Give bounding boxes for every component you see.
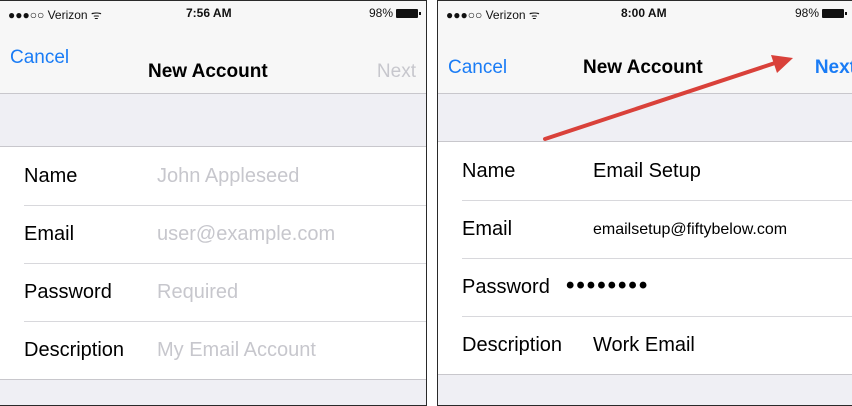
page-title: New Account <box>148 61 268 82</box>
clock: 7:56 AM <box>186 6 232 20</box>
phone-screen-before: ●●●○○ Verizon ᯤ 7:56 AM 98% Cancel New A… <box>0 0 427 406</box>
account-form: Name John Appleseed Email user@example.c… <box>0 146 426 380</box>
name-field[interactable]: John Appleseed <box>157 165 299 188</box>
email-field[interactable]: user@example.com <box>157 223 335 246</box>
name-row[interactable]: Name Email Setup <box>438 142 852 200</box>
carrier-signal: ●●●○○ Verizon ᯤ <box>446 8 540 22</box>
email-label: Email <box>462 218 513 240</box>
description-label: Description <box>462 334 563 356</box>
next-button[interactable]: Next <box>815 57 852 79</box>
email-label: Email <box>24 223 75 245</box>
description-row[interactable]: Description My Email Account <box>0 321 426 379</box>
name-row[interactable]: Name John Appleseed <box>0 147 426 205</box>
battery-percent: 98% <box>368 6 393 20</box>
description-label: Description <box>24 339 125 361</box>
battery-indicator: 98% <box>368 6 421 20</box>
battery-icon <box>396 9 421 18</box>
email-row[interactable]: Email emailsetup@fiftybelow.com <box>438 200 852 258</box>
description-row[interactable]: Description Work Email <box>438 316 852 374</box>
password-label: Password <box>462 276 550 298</box>
password-row[interactable]: Password Required <box>0 263 426 321</box>
password-label: Password <box>24 281 112 303</box>
password-row[interactable]: Password •••••••• <box>438 258 852 316</box>
password-field[interactable]: •••••••• <box>566 272 649 300</box>
cancel-button[interactable]: Cancel <box>10 47 69 69</box>
status-bar: ●●●○○ Verizon ᯤ 8:00 AM 98% <box>438 1 852 25</box>
name-label: Name <box>24 165 78 187</box>
email-field[interactable]: emailsetup@fiftybelow.com <box>593 221 787 239</box>
battery-percent: 98% <box>794 6 819 20</box>
navigation-bar: Cancel New Account Next <box>438 25 852 94</box>
clock: 8:00 AM <box>621 6 667 20</box>
next-button[interactable]: Next <box>377 61 416 83</box>
description-field[interactable]: My Email Account <box>157 339 316 362</box>
page-title: New Account <box>583 57 703 78</box>
password-field[interactable]: Required <box>157 281 238 304</box>
description-field[interactable]: Work Email <box>593 334 695 357</box>
account-form: Name Email Setup Email emailsetup@fiftyb… <box>438 141 852 375</box>
battery-icon <box>822 9 847 18</box>
navigation-bar: Cancel New Account Next <box>0 25 426 94</box>
battery-indicator: 98% <box>794 6 847 20</box>
carrier-signal: ●●●○○ Verizon ᯤ <box>8 8 102 22</box>
phone-screen-after: ●●●○○ Verizon ᯤ 8:00 AM 98% Cancel New A… <box>437 0 852 406</box>
email-row[interactable]: Email user@example.com <box>0 205 426 263</box>
name-label: Name <box>462 160 516 182</box>
name-field[interactable]: Email Setup <box>593 160 701 183</box>
status-bar: ●●●○○ Verizon ᯤ 7:56 AM 98% <box>0 1 426 25</box>
cancel-button[interactable]: Cancel <box>448 57 507 79</box>
